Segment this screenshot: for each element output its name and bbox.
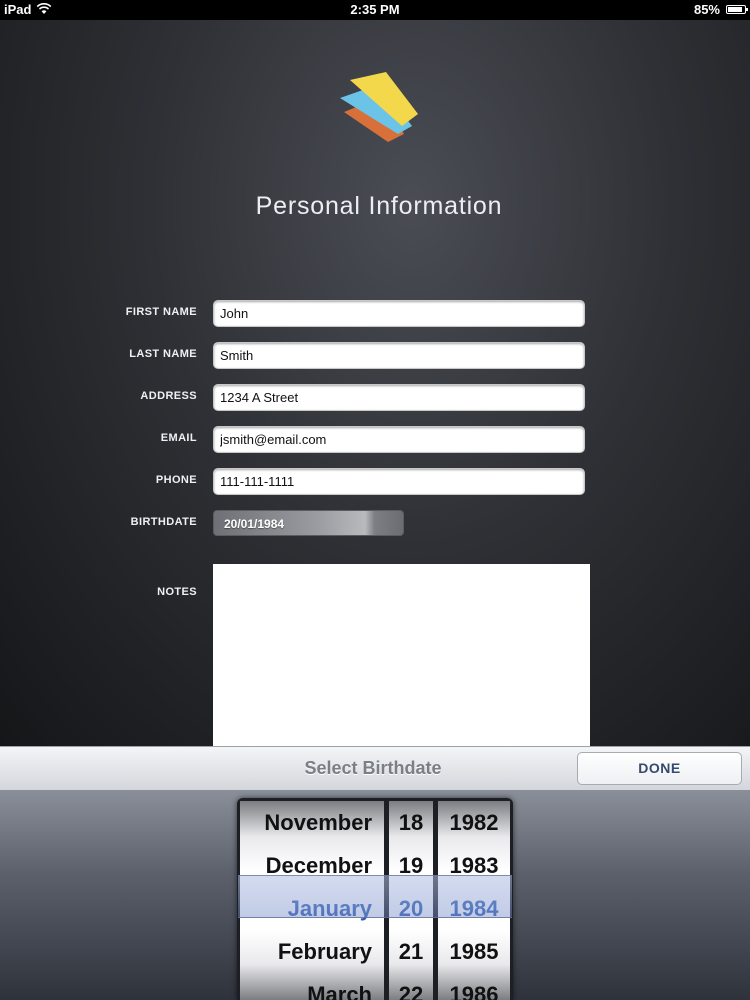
phone-label: PHONE bbox=[155, 474, 197, 486]
notes-label: NOTES bbox=[157, 586, 197, 598]
year-option[interactable]: 1985 bbox=[438, 930, 510, 973]
app-logo bbox=[340, 72, 418, 142]
battery-icon bbox=[726, 5, 748, 14]
day-option[interactable]: 19 bbox=[389, 844, 433, 887]
year-option-selected[interactable]: 1984 bbox=[438, 887, 510, 930]
year-option[interactable]: 1986 bbox=[438, 973, 510, 1000]
address-label: ADDRESS bbox=[140, 390, 197, 402]
month-option-selected[interactable]: January bbox=[240, 887, 384, 930]
phone-field[interactable] bbox=[213, 468, 585, 495]
birthdate-label: BIRTHDATE bbox=[130, 516, 197, 528]
first-name-label: FIRST NAME bbox=[125, 306, 197, 318]
month-option[interactable]: March bbox=[240, 973, 384, 1000]
year-option[interactable]: 1983 bbox=[438, 844, 510, 887]
day-wheel[interactable]: 18 19 20 21 22 bbox=[389, 801, 433, 1000]
date-picker: November December January February March… bbox=[0, 790, 750, 1000]
picker-frame: November December January February March… bbox=[237, 798, 513, 1000]
picker-toolbar: Select Birthdate DONE bbox=[0, 746, 750, 792]
year-wheel[interactable]: 1982 1983 1984 1985 1986 bbox=[438, 801, 510, 1000]
month-option[interactable]: December bbox=[240, 844, 384, 887]
battery-fill bbox=[728, 7, 742, 12]
day-option[interactable]: 21 bbox=[389, 930, 433, 973]
day-option-selected[interactable]: 20 bbox=[389, 887, 433, 930]
address-field[interactable] bbox=[213, 384, 585, 411]
month-option[interactable]: November bbox=[240, 801, 384, 844]
email-field[interactable] bbox=[213, 426, 585, 453]
birthdate-field[interactable]: 20/01/1984 bbox=[213, 510, 404, 536]
month-wheel[interactable]: November December January February March bbox=[240, 801, 384, 1000]
battery-percent: 85% bbox=[693, 2, 720, 17]
notes-field[interactable] bbox=[213, 564, 590, 754]
status-bar: iPad 2:35 PM 85% bbox=[0, 0, 750, 20]
status-time: 2:35 PM bbox=[350, 2, 400, 17]
form-screen: Personal Information FIRST NAME LAST NAM… bbox=[0, 20, 750, 754]
day-option[interactable]: 22 bbox=[389, 973, 433, 1000]
page-title: Personal Information bbox=[255, 192, 503, 220]
first-name-field[interactable] bbox=[213, 300, 585, 327]
last-name-field[interactable] bbox=[213, 342, 585, 369]
month-option[interactable]: February bbox=[240, 930, 384, 973]
email-label: EMAIL bbox=[160, 432, 197, 444]
last-name-label: LAST NAME bbox=[129, 348, 197, 360]
day-option[interactable]: 18 bbox=[389, 801, 433, 844]
year-option[interactable]: 1982 bbox=[438, 801, 510, 844]
done-button[interactable]: DONE bbox=[577, 752, 742, 785]
